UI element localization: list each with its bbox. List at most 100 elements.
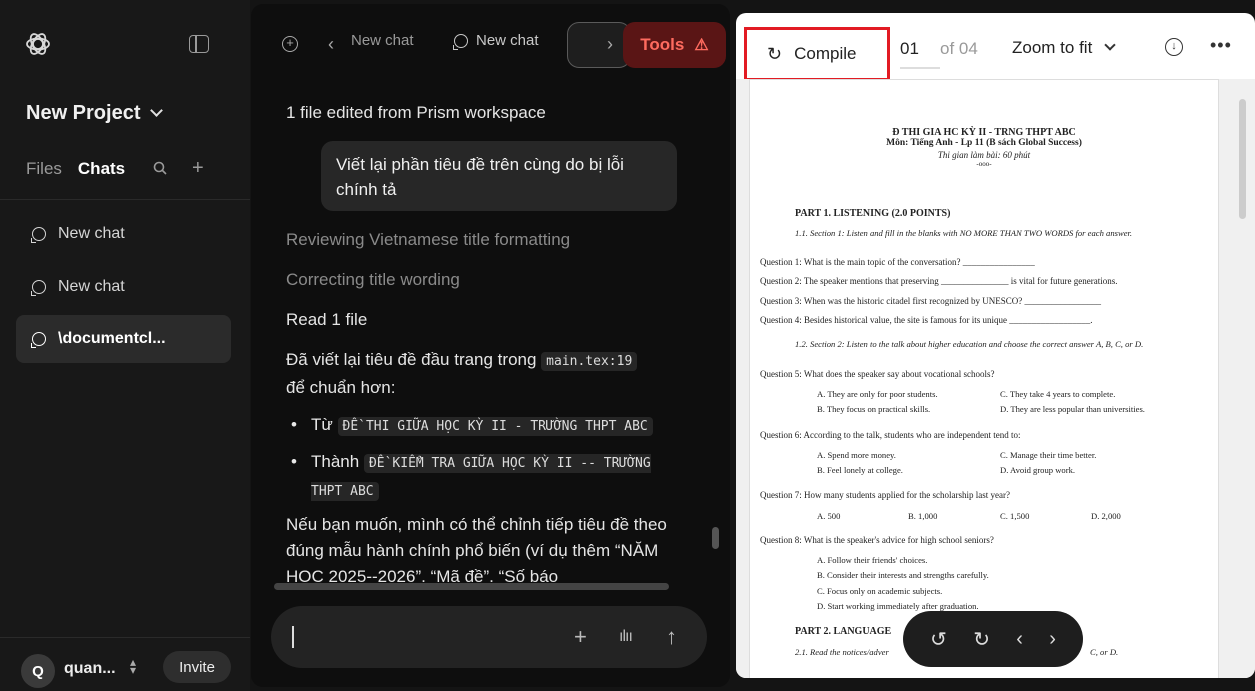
tab-chats[interactable]: Chats bbox=[78, 159, 125, 179]
list-item: Thành ĐỀ KIỂM TRA GIỮA HỌC KỲ II -- TRƯỜ… bbox=[291, 449, 676, 505]
chevron-updown-icon[interactable]: ▴ ▾ bbox=[130, 656, 136, 676]
redo-rotate-icon[interactable]: ↻ bbox=[973, 627, 990, 652]
chat-bubble-icon bbox=[31, 227, 46, 243]
question-line: Question 6: According to the talk, stude… bbox=[760, 430, 1021, 440]
tools-label: Tools bbox=[640, 35, 685, 54]
project-selector[interactable]: New Project bbox=[26, 102, 164, 125]
question-line: Question 2: The speaker mentions that pr… bbox=[760, 276, 1118, 286]
search-icon[interactable] bbox=[153, 161, 167, 175]
vertical-scrollbar[interactable] bbox=[709, 107, 721, 577]
chevron-down-icon bbox=[1104, 39, 1116, 51]
answer-option: A. They are only for poor students. bbox=[817, 389, 938, 399]
new-chat-plus-icon[interactable]: + bbox=[192, 158, 204, 178]
scroll-left-icon[interactable]: ‹ bbox=[328, 34, 334, 55]
part-heading: PART 2. LANGUAGE bbox=[795, 626, 892, 637]
horizontal-scrollbar[interactable] bbox=[259, 580, 699, 592]
user-name[interactable]: quan... bbox=[64, 660, 116, 678]
message-composer[interactable]: + ılıı ↑ bbox=[271, 606, 707, 668]
add-tab-icon[interactable]: + bbox=[282, 36, 298, 52]
tab-chat[interactable]: New chat bbox=[351, 32, 414, 49]
tool-step[interactable]: Read 1 file bbox=[286, 310, 367, 330]
section-instruction: C, or D. bbox=[1090, 647, 1119, 657]
list-item: Từ ĐỀ THI GIỮA HỌC KỲ II - TRƯỜNG THPT A… bbox=[291, 412, 676, 440]
sidebar-chat-item[interactable]: New chat bbox=[16, 210, 231, 258]
answer-option: C. They take 4 years to complete. bbox=[1000, 389, 1116, 399]
page-input-underline bbox=[900, 67, 940, 69]
sidebar: New Project Files Chats + New chat New c… bbox=[0, 0, 250, 691]
divider bbox=[0, 199, 250, 200]
answer-option: B. Feel lonely at college. bbox=[817, 465, 903, 475]
toggle-sidebar-icon[interactable] bbox=[189, 35, 209, 53]
pdf-preview-panel: ↻ Compile 01 of 04 Zoom to fit ↓ ••• Đ T… bbox=[736, 13, 1255, 678]
next-page-icon[interactable]: › bbox=[1049, 628, 1056, 651]
tools-button[interactable]: Tools ⚠ bbox=[623, 22, 726, 68]
answer-option: A. Follow their friends' choices. bbox=[817, 555, 928, 565]
tab-active[interactable] bbox=[567, 22, 631, 68]
chat-item-label: New chat bbox=[58, 278, 125, 295]
question-line: Question 1: What is the main topic of th… bbox=[760, 257, 1035, 267]
bullet-prefix: Thành bbox=[311, 452, 360, 471]
section-instruction: 1.1. Section 1: Listen and fill in the b… bbox=[795, 228, 1133, 238]
answer-text: để chuẩn hơn: bbox=[286, 378, 396, 397]
bullet-prefix: Từ bbox=[311, 415, 333, 434]
sidebar-chat-item[interactable]: New chat bbox=[16, 263, 231, 311]
voice-waveform-icon[interactable]: ılıı bbox=[619, 624, 633, 650]
zoom-selector[interactable]: Zoom to fit bbox=[1012, 38, 1116, 58]
download-icon[interactable]: ↓ bbox=[1165, 38, 1183, 56]
sidebar-chat-item-selected[interactable]: \documentcl... bbox=[16, 315, 231, 363]
tab-files[interactable]: Files bbox=[26, 159, 62, 179]
scroll-right-icon[interactable]: › bbox=[607, 34, 613, 55]
question-line: Question 3: When was the historic citade… bbox=[760, 296, 1102, 306]
more-options-icon[interactable]: ••• bbox=[1210, 35, 1232, 56]
compile-label: Compile bbox=[794, 44, 857, 63]
chat-bubble-icon bbox=[453, 33, 468, 50]
app-logo-icon[interactable] bbox=[24, 30, 52, 58]
code-snippet: ĐỀ THI GIỮA HỌC KỲ II - TRƯỜNG THPT ABC bbox=[337, 417, 653, 436]
scrollbar-thumb[interactable] bbox=[274, 583, 669, 590]
scrollbar-thumb[interactable] bbox=[712, 527, 719, 549]
chevron-down-icon bbox=[150, 104, 164, 117]
part-heading: PART 1. LISTENING (2.0 POINTS) bbox=[795, 208, 951, 219]
pdf-viewport[interactable]: Đ THI GIA HC KỲ II - TRNG THPT ABC Môn: … bbox=[736, 79, 1255, 678]
answer-option: A. 500 bbox=[817, 511, 841, 521]
question-line: Question 4: Besides historical value, th… bbox=[760, 315, 1093, 325]
reasoning-step[interactable]: Correcting title wording bbox=[286, 270, 460, 290]
tab-label: New chat bbox=[351, 32, 414, 49]
scrollbar-thumb[interactable] bbox=[1239, 99, 1246, 219]
chat-messages: 1 file edited from Prism workspace Viết … bbox=[251, 82, 730, 582]
edit-status: 1 file edited from Prism workspace bbox=[286, 103, 546, 122]
warning-icon: ⚠ bbox=[694, 37, 709, 54]
pdf-navigation-controls: ↺ ↻ ‹ › bbox=[903, 611, 1083, 667]
user-message: Viết lại phần tiêu đề trên cùng do bị lỗ… bbox=[321, 141, 677, 211]
answer-option: C. Manage their time better. bbox=[1000, 450, 1097, 460]
previous-page-icon[interactable]: ‹ bbox=[1016, 628, 1023, 651]
answer-option: D. Avoid group work. bbox=[1000, 465, 1076, 475]
refresh-icon: ↻ bbox=[767, 43, 783, 64]
answer-option: C. 1,500 bbox=[1000, 511, 1030, 521]
page-number-input[interactable]: 01 bbox=[900, 39, 919, 59]
answer-option: B. They focus on practical skills. bbox=[817, 404, 931, 414]
answer-option: C. Focus only on academic subjects. bbox=[817, 586, 943, 596]
text-caret bbox=[292, 626, 294, 648]
question-line: Question 7: How many students applied fo… bbox=[760, 490, 1010, 500]
chat-bubble-icon bbox=[31, 332, 46, 348]
answer-option: D. They are less popular than universiti… bbox=[1000, 404, 1145, 414]
attach-plus-icon[interactable]: + bbox=[574, 624, 587, 650]
pdf-page: Đ THI GIA HC KỲ II - TRNG THPT ABC Môn: … bbox=[749, 79, 1219, 678]
send-arrow-icon[interactable]: ↑ bbox=[666, 624, 677, 650]
undo-rotate-icon[interactable]: ↺ bbox=[930, 627, 947, 652]
answer-option: A. Spend more money. bbox=[817, 450, 896, 460]
assistant-answer: Đã viết lại tiêu đề đầu trang trong main… bbox=[286, 347, 676, 401]
file-reference: main.tex:19 bbox=[541, 352, 638, 371]
doc-subject: Môn: Tiếng Anh - Lp 11 (B sách Global Su… bbox=[886, 138, 1082, 148]
tab-chat[interactable]: New chat bbox=[453, 32, 539, 50]
invite-button[interactable]: Invite bbox=[163, 651, 231, 683]
divider bbox=[0, 637, 250, 638]
avatar[interactable]: Q bbox=[21, 654, 55, 688]
tab-label: New chat bbox=[476, 32, 539, 49]
compile-button[interactable]: ↻ Compile bbox=[744, 27, 890, 81]
pdf-scrollbar[interactable] bbox=[1236, 79, 1248, 678]
reasoning-step[interactable]: Reviewing Vietnamese title formatting bbox=[286, 230, 570, 250]
chat-panel: + ‹ New chat New chat › Tools ⚠ 1 file e… bbox=[251, 4, 730, 687]
question-line: Question 8: What is the speaker's advice… bbox=[760, 535, 994, 545]
